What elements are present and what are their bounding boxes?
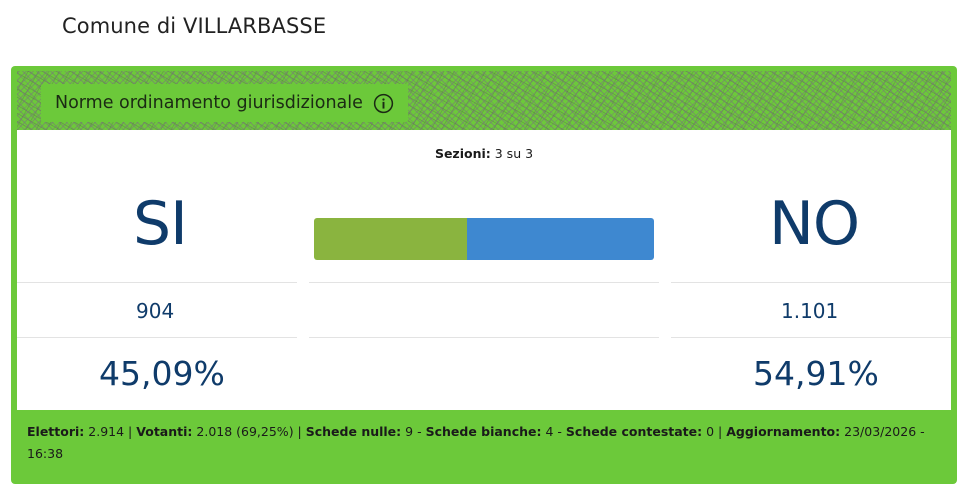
separator: | (124, 424, 137, 439)
result-bar-no-segment (467, 218, 654, 260)
result-bar (314, 218, 654, 260)
referendum-title: Norme ordinamento giurisdizionale (55, 93, 363, 113)
schede-nulle-value: 9 (405, 424, 414, 439)
elettori-value: 2.914 (88, 424, 125, 439)
comune-title: Comune di VILLARBASSE (62, 14, 327, 38)
divider (309, 282, 659, 283)
votanti-label: Votanti: (136, 424, 193, 439)
sezioni-value: 3 su 3 (494, 146, 534, 161)
referendum-title-tab: Norme ordinamento giurisdizionale (41, 84, 408, 122)
schede-contestate-value: 0 (706, 424, 715, 439)
elettori-label: Elettori: (27, 424, 85, 439)
no-percent: 54,91% (753, 354, 879, 393)
schede-nulle-label: Schede nulle: (305, 424, 402, 439)
si-label: SI (133, 189, 188, 259)
card-footer-stats: Elettori: 2.914 | Votanti: 2.018 (69,25%… (27, 421, 947, 465)
sezioni-label: Sezioni: (434, 146, 491, 161)
aggiornamento-label: Aggiornamento: (726, 424, 841, 439)
schede-bianche-label: Schede bianche: (425, 424, 542, 439)
no-votes: 1.101 (781, 299, 839, 323)
card-body: Sezioni: 3 su 3 SI NO 904 1.101 45,09% 5… (17, 130, 951, 410)
si-votes: 904 (136, 299, 175, 323)
no-label: NO (769, 189, 860, 259)
referendum-card: Norme ordinamento giurisdizionale Sezion… (11, 66, 957, 484)
si-percent: 45,09% (99, 354, 225, 393)
votanti-value: 2.018 (69,25%) (196, 424, 294, 439)
sezioni-status: Sezioni: 3 su 3 (17, 146, 951, 161)
divider (17, 337, 297, 338)
page: Comune di VILLARBASSE Norme ordinamento … (0, 0, 962, 486)
info-circle-icon[interactable] (373, 93, 394, 114)
divider (17, 282, 297, 283)
card-header: Norme ordinamento giurisdizionale (17, 71, 951, 130)
schede-contestate-label: Schede contestate: (565, 424, 703, 439)
divider (671, 282, 951, 283)
separator: | (714, 424, 727, 439)
separator: - (413, 424, 426, 439)
result-bar-si-segment (314, 218, 468, 260)
separator: - (553, 424, 566, 439)
divider (309, 337, 659, 338)
divider (671, 337, 951, 338)
separator: | (293, 424, 306, 439)
